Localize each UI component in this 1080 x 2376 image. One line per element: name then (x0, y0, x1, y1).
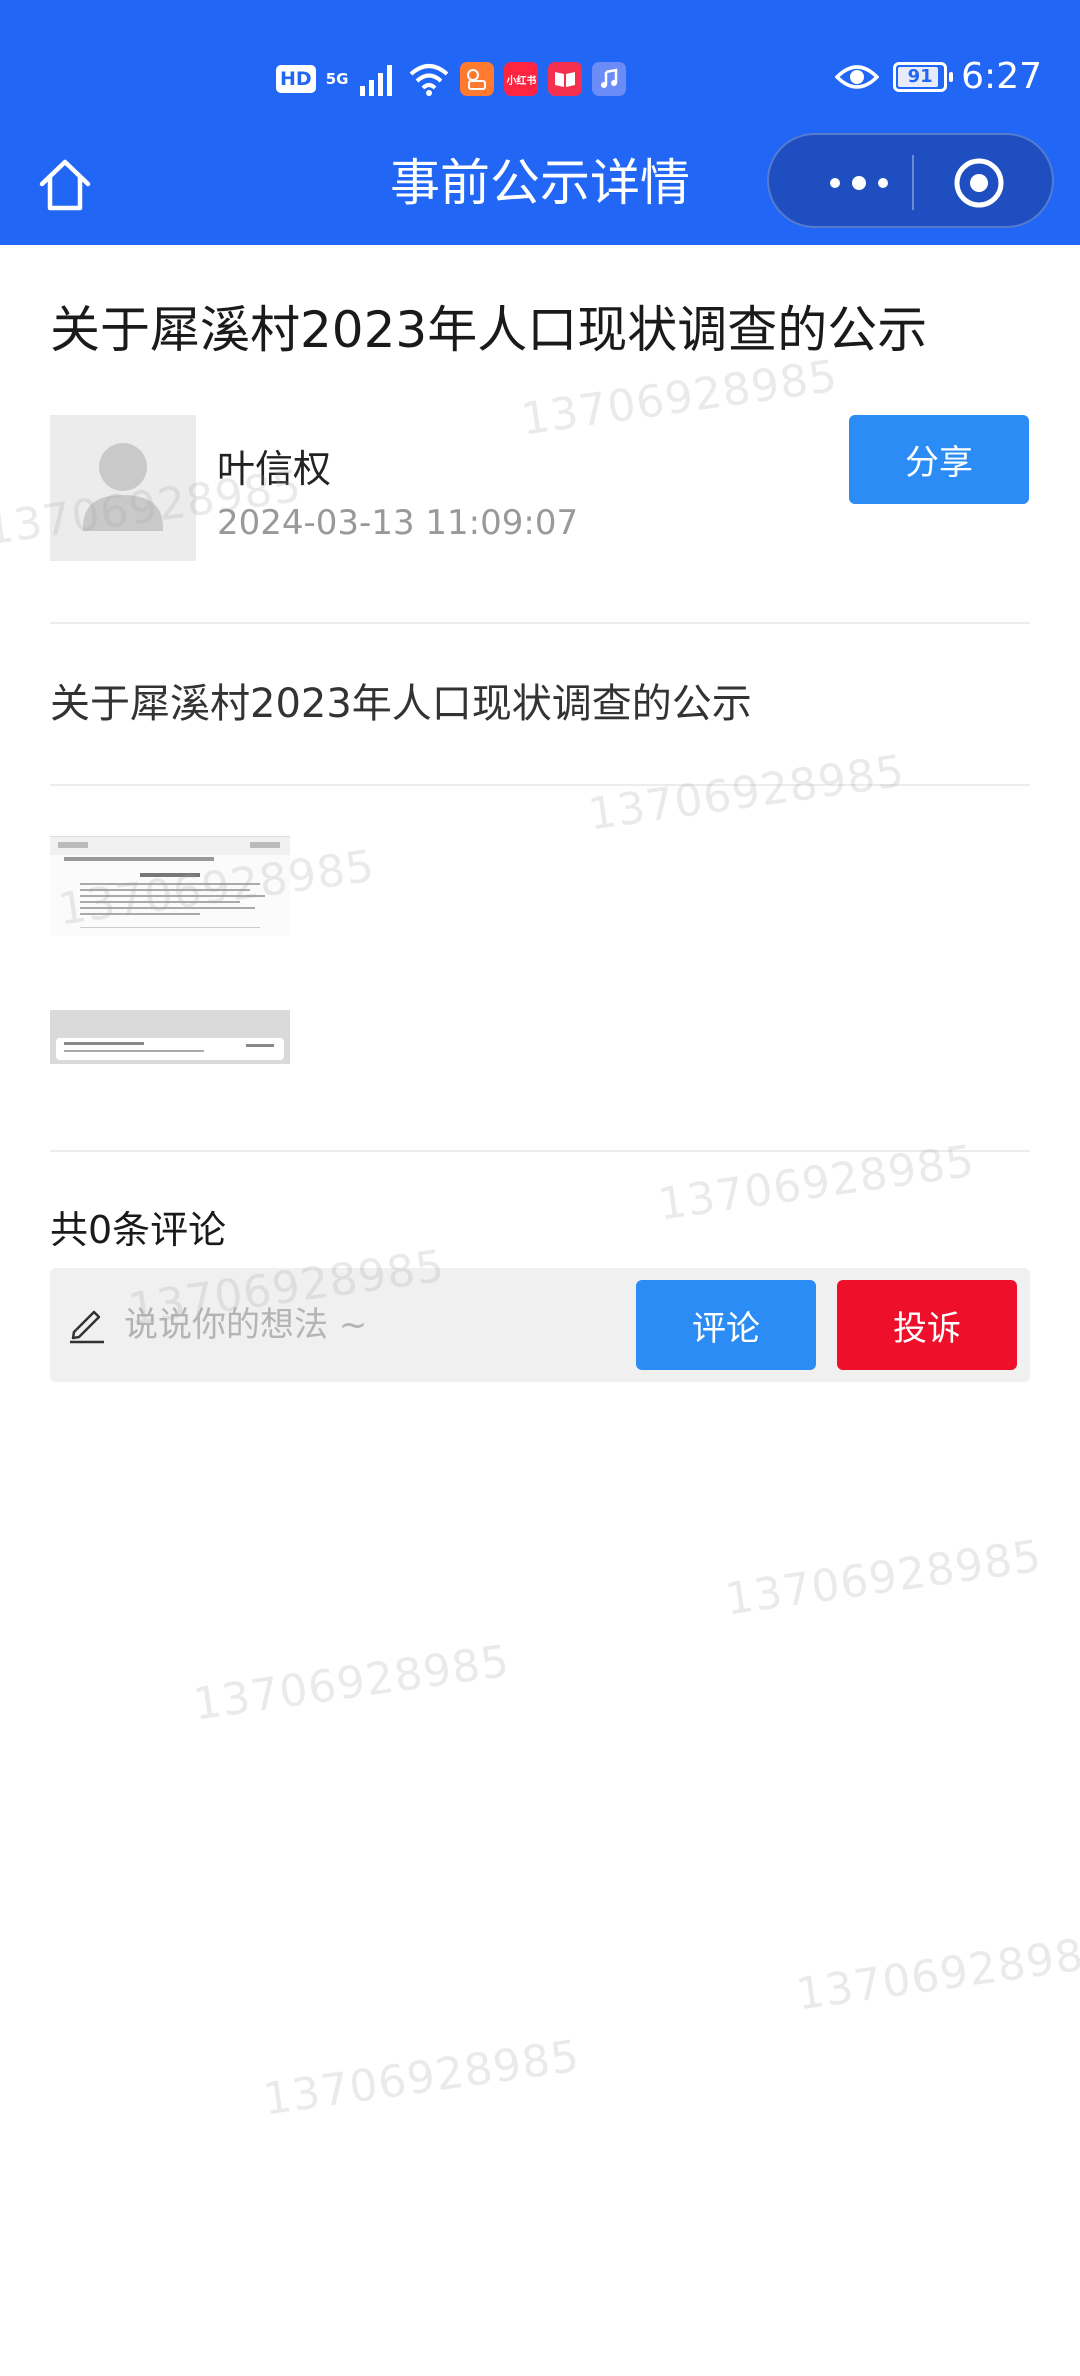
xiaohongshu-label: 小红书 (506, 75, 537, 87)
attachment-image[interactable] (50, 1010, 290, 1064)
watermark: 13706928985 (190, 1635, 513, 1731)
status-icons: HD 5G 小红书 (276, 56, 627, 102)
signal-icon (360, 65, 393, 96)
article-title: 关于犀溪村2023年人口现状调查的公示 (50, 301, 928, 359)
watermark: 13706928985 (260, 2030, 583, 2126)
network-type-label: 5G (325, 70, 349, 88)
post-timestamp: 2024-03-13 11:09:07 (217, 503, 579, 543)
app-header: HD 5G 小红书 91 6:27 事前公示详情 (0, 0, 1080, 245)
comment-count: 共0条评论 (50, 1208, 227, 1252)
watermark: 13706928985 (722, 1530, 1045, 1626)
music-app-icon (592, 62, 627, 96)
mini-program-capsule (767, 133, 1054, 228)
status-bar: HD 5G 小红书 91 6:27 (0, 0, 1080, 130)
more-button[interactable] (809, 155, 909, 210)
avatar (50, 415, 196, 561)
attachment-image[interactable] (50, 836, 290, 936)
wifi-icon (410, 64, 449, 96)
capsule-divider (912, 155, 914, 210)
close-mini-program-button[interactable] (949, 155, 1009, 210)
comment-bar: 评论 投诉 (50, 1268, 1030, 1382)
divider (50, 784, 1030, 786)
kuaishou-app-icon (460, 62, 495, 96)
battery-icon: 91 (893, 62, 954, 92)
edit-pencil-icon (70, 1310, 104, 1344)
watermark: 13706928985 (585, 745, 908, 841)
document-thumbnail (50, 837, 290, 936)
status-right: 91 6:27 (835, 54, 1042, 100)
watermark: 13706928985 (793, 1925, 1080, 2021)
hd-icon: HD (276, 65, 316, 93)
share-button[interactable]: 分享 (849, 415, 1029, 504)
comment-input[interactable] (122, 1292, 662, 1358)
target-close-icon (954, 158, 1004, 207)
more-icon (830, 175, 888, 190)
author-name: 叶信权 (217, 447, 332, 491)
report-button[interactable]: 投诉 (837, 1280, 1017, 1370)
clock: 6:27 (961, 56, 1042, 97)
divider (50, 1150, 1030, 1152)
reader-app-icon (548, 62, 583, 96)
divider (50, 622, 1030, 624)
battery-percent: 91 (907, 66, 933, 87)
xiaohongshu-app-icon: 小红书 (504, 62, 539, 96)
eye-icon (835, 65, 880, 89)
comment-submit-button[interactable]: 评论 (636, 1280, 816, 1370)
nav-bar: 事前公示详情 (0, 130, 1080, 245)
document-thumbnail (50, 1010, 290, 1064)
user-placeholder-icon (83, 443, 163, 531)
article-body: 关于犀溪村2023年人口现状调查的公示 (50, 681, 752, 727)
network-type-icon: 5G (326, 71, 349, 87)
